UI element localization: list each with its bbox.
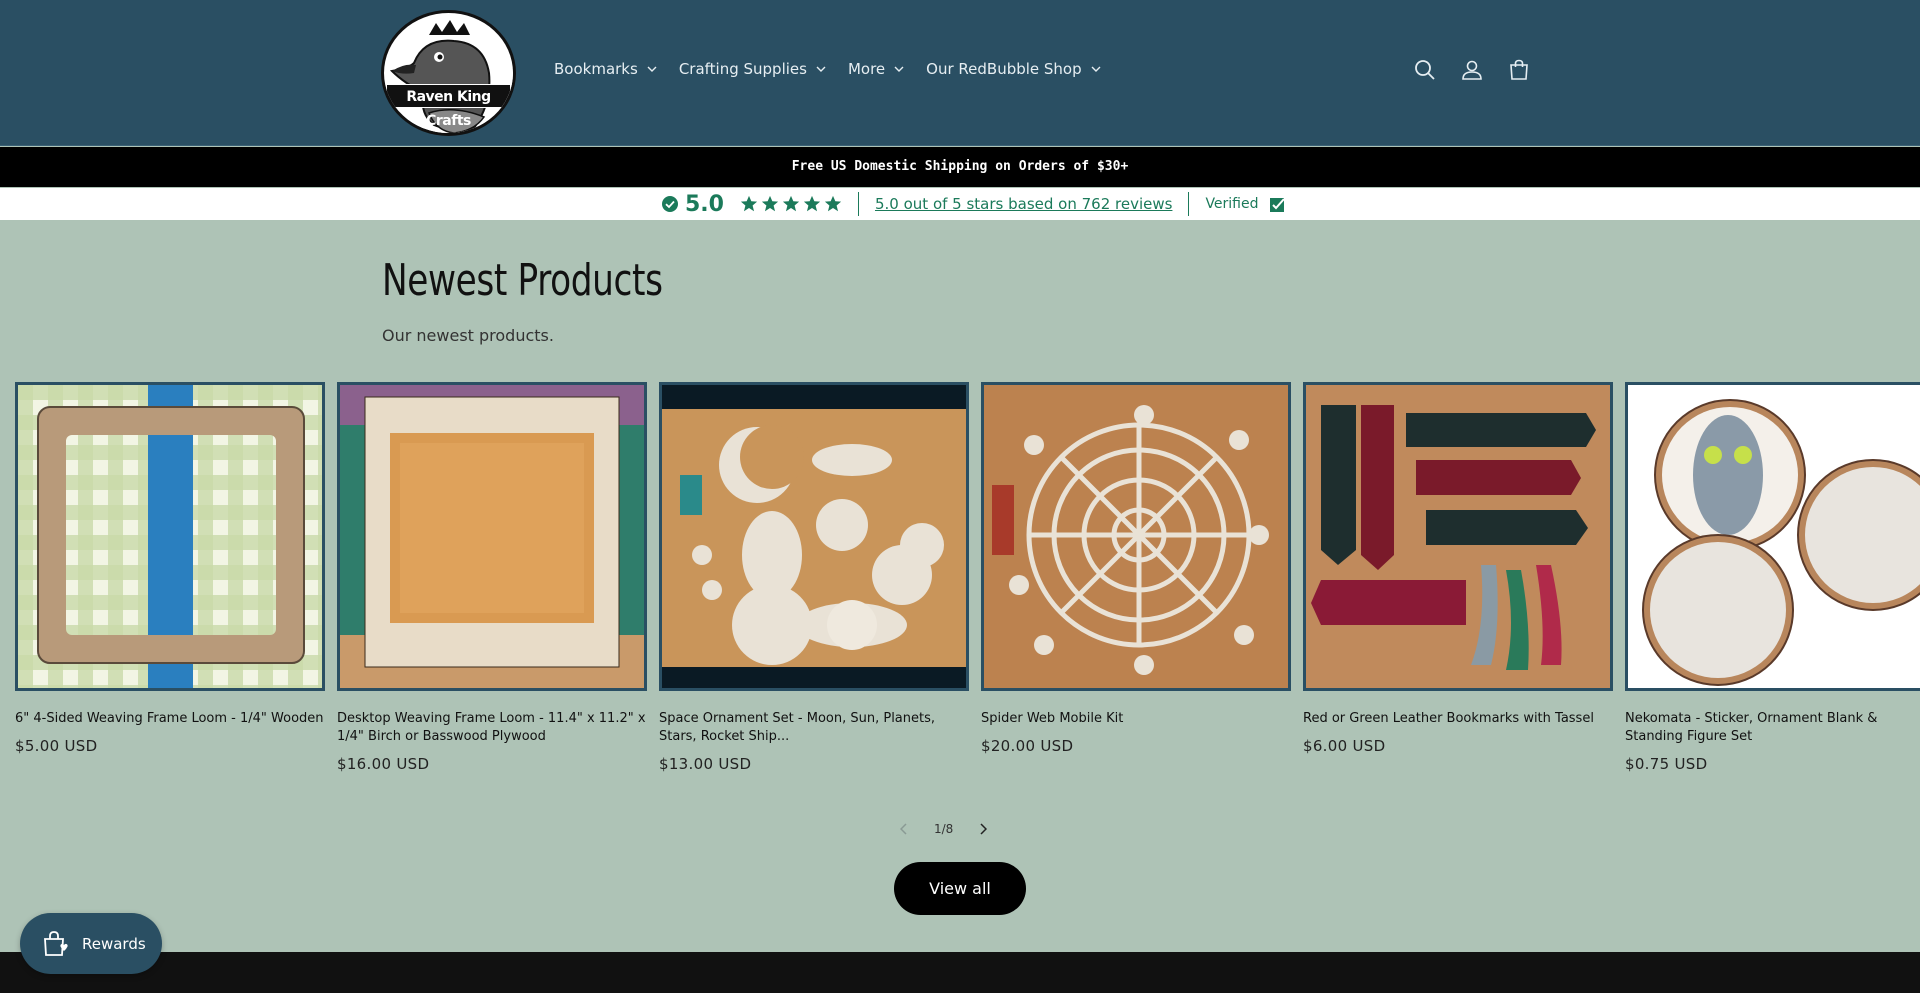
product-title[interactable]: Desktop Weaving Frame Loom - 11.4" x 11.… <box>337 710 647 746</box>
main-nav: Bookmarks Crafting Supplies More Our Red… <box>554 60 1123 78</box>
product-carousel: 6" 4-Sided Weaving Frame Loom - 1/4" Woo… <box>15 382 1920 782</box>
nav-item-label: Bookmarks <box>554 60 638 78</box>
product-price: $16.00 USD <box>337 755 430 773</box>
nav-item-label: Our RedBubble Shop <box>926 60 1082 78</box>
star-rating <box>740 195 842 213</box>
product-card[interactable]: Space Ornament Set - Moon, Sun, Planets,… <box>659 382 969 773</box>
product-price: $0.75 USD <box>1625 755 1708 773</box>
search-icon[interactable] <box>1413 58 1437 82</box>
product-image[interactable] <box>1625 382 1920 691</box>
rewards-button[interactable]: Rewards <box>20 913 162 974</box>
product-title[interactable]: Space Ornament Set - Moon, Sun, Planets,… <box>659 710 969 746</box>
product-title[interactable]: 6" 4-Sided Weaving Frame Loom - 1/4" Woo… <box>15 710 325 728</box>
cart-icon[interactable] <box>1507 58 1531 82</box>
rewards-bag-icon <box>44 930 68 956</box>
chevron-left-icon[interactable] <box>900 823 908 835</box>
nav-item-label: More <box>847 60 886 78</box>
star-icon <box>740 195 758 212</box>
nav-item-crafting-supplies[interactable]: Crafting Supplies <box>679 60 826 78</box>
chevron-down-icon <box>894 66 904 72</box>
nav-item-bookmarks[interactable]: Bookmarks <box>554 60 657 78</box>
product-title[interactable]: Red or Green Leather Bookmarks with Tass… <box>1303 710 1613 728</box>
star-icon <box>782 195 800 212</box>
announcement-text: Free US Domestic Shipping on Orders of $… <box>791 159 1129 174</box>
rating-score: 5.0 <box>685 191 724 217</box>
product-image[interactable] <box>15 382 325 691</box>
product-price: $6.00 USD <box>1303 737 1386 755</box>
nav-item-label: Crafting Supplies <box>678 60 807 78</box>
page-counter: 1/8 <box>934 822 954 836</box>
product-title[interactable]: Nekomata - Sticker, Ornament Blank & Sta… <box>1625 710 1920 746</box>
chevron-right-icon[interactable] <box>979 823 988 835</box>
site-header: Raven King Crafts Bookmarks Crafting Sup… <box>0 0 1920 146</box>
nav-item-redbubble-shop[interactable]: Our RedBubble Shop <box>926 60 1101 78</box>
chevron-down-icon <box>1091 66 1101 72</box>
product-price: $20.00 USD <box>981 737 1074 755</box>
reviews-bar: 5.0 5.0 out of 5 stars based on 762 revi… <box>0 188 1920 220</box>
verified-check-icon <box>1269 197 1285 212</box>
star-icon <box>803 195 821 212</box>
reviews-summary: 5.0 5.0 out of 5 stars based on 762 revi… <box>662 188 1286 220</box>
announcement-bar: Free US Domestic Shipping on Orders of $… <box>0 147 1920 187</box>
star-icon <box>761 195 779 212</box>
account-icon[interactable] <box>1460 58 1484 82</box>
product-image[interactable] <box>337 382 647 691</box>
brand-name: Raven King Crafts <box>386 84 511 129</box>
nav-item-more[interactable]: More <box>848 60 904 78</box>
product-card[interactable]: Red or Green Leather Bookmarks with Tass… <box>1303 382 1613 755</box>
section-subtitle: Our newest products. <box>382 326 554 345</box>
verified-label: Verified <box>1205 196 1259 212</box>
divider <box>857 192 859 216</box>
chevron-down-icon <box>816 66 826 72</box>
rewards-label: Rewards <box>82 934 146 953</box>
product-price: $5.00 USD <box>15 737 98 755</box>
divider <box>1188 192 1190 216</box>
chevron-down-icon <box>647 66 657 72</box>
view-all-button[interactable]: View all <box>894 862 1026 915</box>
product-title[interactable]: Spider Web Mobile Kit <box>981 710 1291 728</box>
star-icon <box>824 195 842 212</box>
reviews-link[interactable]: 5.0 out of 5 stars based on 762 reviews <box>875 195 1172 213</box>
header-icons <box>1413 58 1531 82</box>
product-card[interactable]: Spider Web Mobile Kit $20.00 USD <box>981 382 1291 755</box>
product-image[interactable] <box>981 382 1291 691</box>
product-card[interactable]: 6" 4-Sided Weaving Frame Loom - 1/4" Woo… <box>15 382 325 755</box>
product-image[interactable] <box>1303 382 1613 691</box>
product-card[interactable]: Nekomata - Sticker, Ornament Blank & Sta… <box>1625 382 1920 773</box>
carousel-pagination: 1/8 <box>900 822 988 836</box>
section-title: Newest Products <box>382 255 663 306</box>
product-price: $13.00 USD <box>659 755 752 773</box>
footer-strip <box>0 952 1920 993</box>
product-image[interactable] <box>659 382 969 691</box>
check-circle-icon <box>662 196 678 212</box>
product-card[interactable]: Desktop Weaving Frame Loom - 11.4" x 11.… <box>337 382 647 773</box>
brand-logo[interactable]: Raven King Crafts <box>381 10 516 136</box>
